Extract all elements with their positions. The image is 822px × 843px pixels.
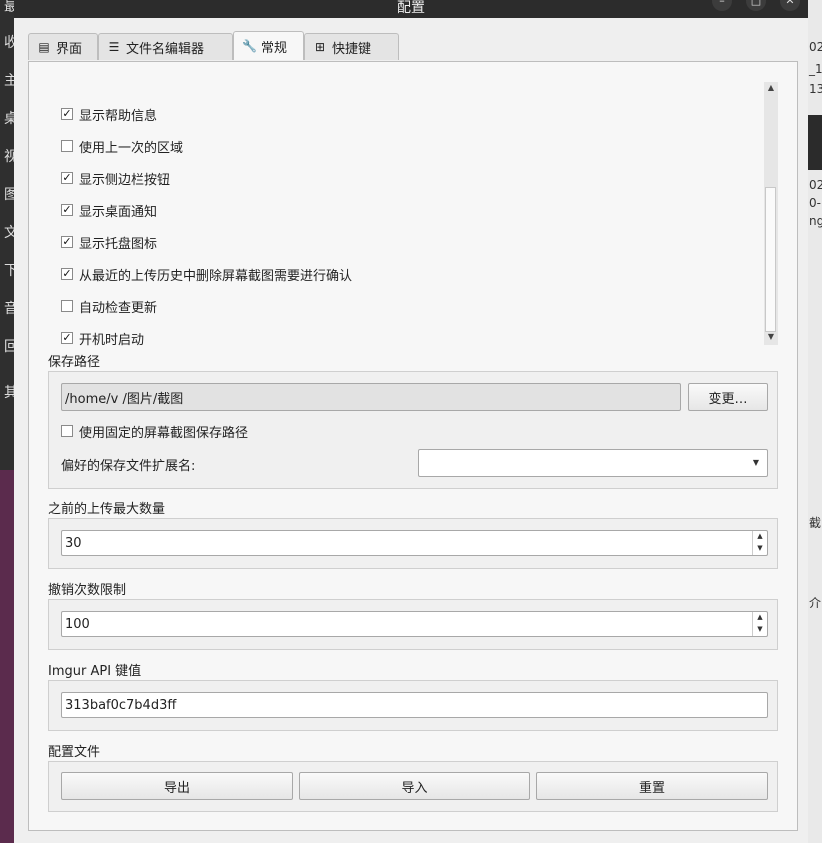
- scroll-down-icon[interactable]: ▼: [764, 332, 778, 341]
- spinbox-value: 100: [65, 616, 90, 632]
- background-text: 0-: [809, 196, 821, 210]
- upload-history-spinbox[interactable]: 30 ▲ ▼: [61, 530, 768, 556]
- checkbox[interactable]: [61, 425, 73, 437]
- background-text: 13: [809, 82, 822, 96]
- checkbox[interactable]: ✓: [61, 172, 73, 184]
- checkbox[interactable]: ✓: [61, 268, 73, 280]
- checkbox[interactable]: ✓: [61, 332, 73, 344]
- minimize-icon: –: [719, 0, 725, 7]
- save-path-group: /home/v /图片/截图 变更… 使用固定的屏幕截图保存路径 偏好的保存文件…: [48, 371, 778, 489]
- tab-label: 文件名编辑器: [126, 41, 205, 57]
- export-button[interactable]: 导出: [61, 772, 293, 800]
- increment-icon[interactable]: ▲: [753, 612, 767, 624]
- option-label: 使用上一次的区域: [79, 140, 184, 156]
- spinbox-value: 30: [65, 535, 82, 551]
- background-right-thumbnail: [808, 115, 822, 170]
- close-icon: ✕: [785, 0, 795, 7]
- checkbox[interactable]: [61, 140, 73, 152]
- extension-label: 偏好的保存文件扩展名:: [61, 459, 196, 474]
- window-title: 配置: [397, 0, 425, 16]
- save-path-field[interactable]: /home/v /图片/截图: [61, 383, 681, 411]
- tab-label: 快捷键: [332, 41, 372, 57]
- grid-icon: ▤: [38, 40, 50, 54]
- config-dialog: ▤ 界面 ☰ 文件名编辑器 🔧 常规 ⊞ 快捷键 ✓ 显示帮助信息 使用上一次的…: [14, 18, 808, 843]
- background-text: ng: [809, 214, 822, 228]
- change-path-button[interactable]: 变更…: [688, 383, 768, 411]
- option-label: 显示桌面通知: [79, 204, 158, 220]
- shortcuts-icon: ⊞: [314, 40, 326, 54]
- checkbox[interactable]: ✓: [61, 204, 73, 216]
- title-bar[interactable]: 配置 – □ ✕: [14, 0, 808, 18]
- checkbox[interactable]: [61, 300, 73, 312]
- option-label: 自动检查更新: [79, 300, 158, 316]
- scroll-up-icon[interactable]: ▲: [764, 83, 778, 92]
- list-icon: ☰: [108, 40, 120, 54]
- increment-icon[interactable]: ▲: [753, 531, 767, 543]
- tab-interface[interactable]: ▤ 界面: [28, 33, 98, 60]
- upload-history-heading: 之前的上传最大数量: [48, 502, 166, 517]
- option-show-sidebar-button[interactable]: ✓ 显示侧边栏按钮: [61, 168, 170, 188]
- option-label: 显示托盘图标: [79, 236, 158, 252]
- option-label: 显示侧边栏按钮: [79, 172, 171, 188]
- save-path-heading: 保存路径: [48, 355, 101, 370]
- decrement-icon[interactable]: ▼: [753, 543, 767, 555]
- background-text: 02: [809, 40, 822, 54]
- undo-limit-group: 100 ▲ ▼: [48, 599, 778, 650]
- maximize-icon: □: [750, 0, 762, 7]
- undo-limit-heading: 撤销次数限制: [48, 583, 127, 598]
- extension-select[interactable]: ▼: [418, 449, 768, 477]
- option-desktop-notifications[interactable]: ✓ 显示桌面通知: [61, 200, 157, 220]
- tab-shortcuts[interactable]: ⊞ 快捷键: [304, 33, 399, 60]
- option-use-last-region[interactable]: 使用上一次的区域: [61, 136, 183, 156]
- imgur-key-input[interactable]: 313baf0c7b4d3ff: [61, 692, 768, 718]
- option-label: 从最近的上传历史中删除屏幕截图需要进行确认: [79, 268, 353, 284]
- option-label: 显示帮助信息: [79, 108, 158, 124]
- tab-general[interactable]: 🔧 常规: [233, 31, 304, 60]
- tab-label: 常规: [261, 40, 288, 56]
- option-show-help[interactable]: ✓ 显示帮助信息: [61, 104, 157, 124]
- option-label: 使用固定的屏幕截图保存路径: [79, 425, 249, 441]
- imgur-key-heading: Imgur API 键值: [48, 664, 142, 679]
- checkbox[interactable]: ✓: [61, 236, 73, 248]
- option-confirm-delete-history[interactable]: ✓ 从最近的上传历史中删除屏幕截图需要进行确认: [61, 264, 352, 284]
- background-text: 介: [809, 596, 822, 610]
- options-scroll-area[interactable]: ✓ 显示帮助信息 使用上一次的区域 ✓ 显示侧边栏按钮 ✓ 显示桌面通知 ✓ 显…: [43, 80, 779, 348]
- spinbox-arrows[interactable]: ▲ ▼: [752, 531, 767, 555]
- tab-filename-editor[interactable]: ☰ 文件名编辑器: [98, 33, 233, 60]
- background-text: 截: [809, 516, 822, 530]
- decrement-icon[interactable]: ▼: [753, 624, 767, 636]
- wrench-icon: 🔧: [242, 39, 257, 53]
- undo-limit-spinbox[interactable]: 100 ▲ ▼: [61, 611, 768, 637]
- option-launch-at-startup[interactable]: ✓ 开机时启动: [61, 328, 144, 348]
- upload-history-group: 30 ▲ ▼: [48, 518, 778, 569]
- import-button[interactable]: 导入: [299, 772, 530, 800]
- option-tray-icon[interactable]: ✓ 显示托盘图标: [61, 232, 157, 252]
- config-file-group: 导出 导入 重置: [48, 761, 778, 812]
- option-fixed-save-path[interactable]: 使用固定的屏幕截图保存路径: [61, 421, 248, 441]
- checkbox[interactable]: ✓: [61, 108, 73, 120]
- option-auto-update[interactable]: 自动检查更新: [61, 296, 157, 316]
- general-tab-panel: ✓ 显示帮助信息 使用上一次的区域 ✓ 显示侧边栏按钮 ✓ 显示桌面通知 ✓ 显…: [28, 61, 798, 831]
- tab-label: 界面: [56, 41, 83, 57]
- imgur-key-group: 313baf0c7b4d3ff: [48, 680, 778, 731]
- reset-button[interactable]: 重置: [536, 772, 768, 800]
- option-label: 开机时启动: [79, 332, 145, 348]
- chevron-down-icon: ▼: [752, 458, 759, 467]
- scrollbar-thumb[interactable]: [765, 187, 776, 332]
- background-text: _1: [809, 62, 822, 76]
- config-file-heading: 配置文件: [48, 745, 101, 760]
- spinbox-arrows[interactable]: ▲ ▼: [752, 612, 767, 636]
- background-text: 02: [809, 178, 822, 192]
- options-scrollbar[interactable]: ▲ ▼: [764, 82, 778, 345]
